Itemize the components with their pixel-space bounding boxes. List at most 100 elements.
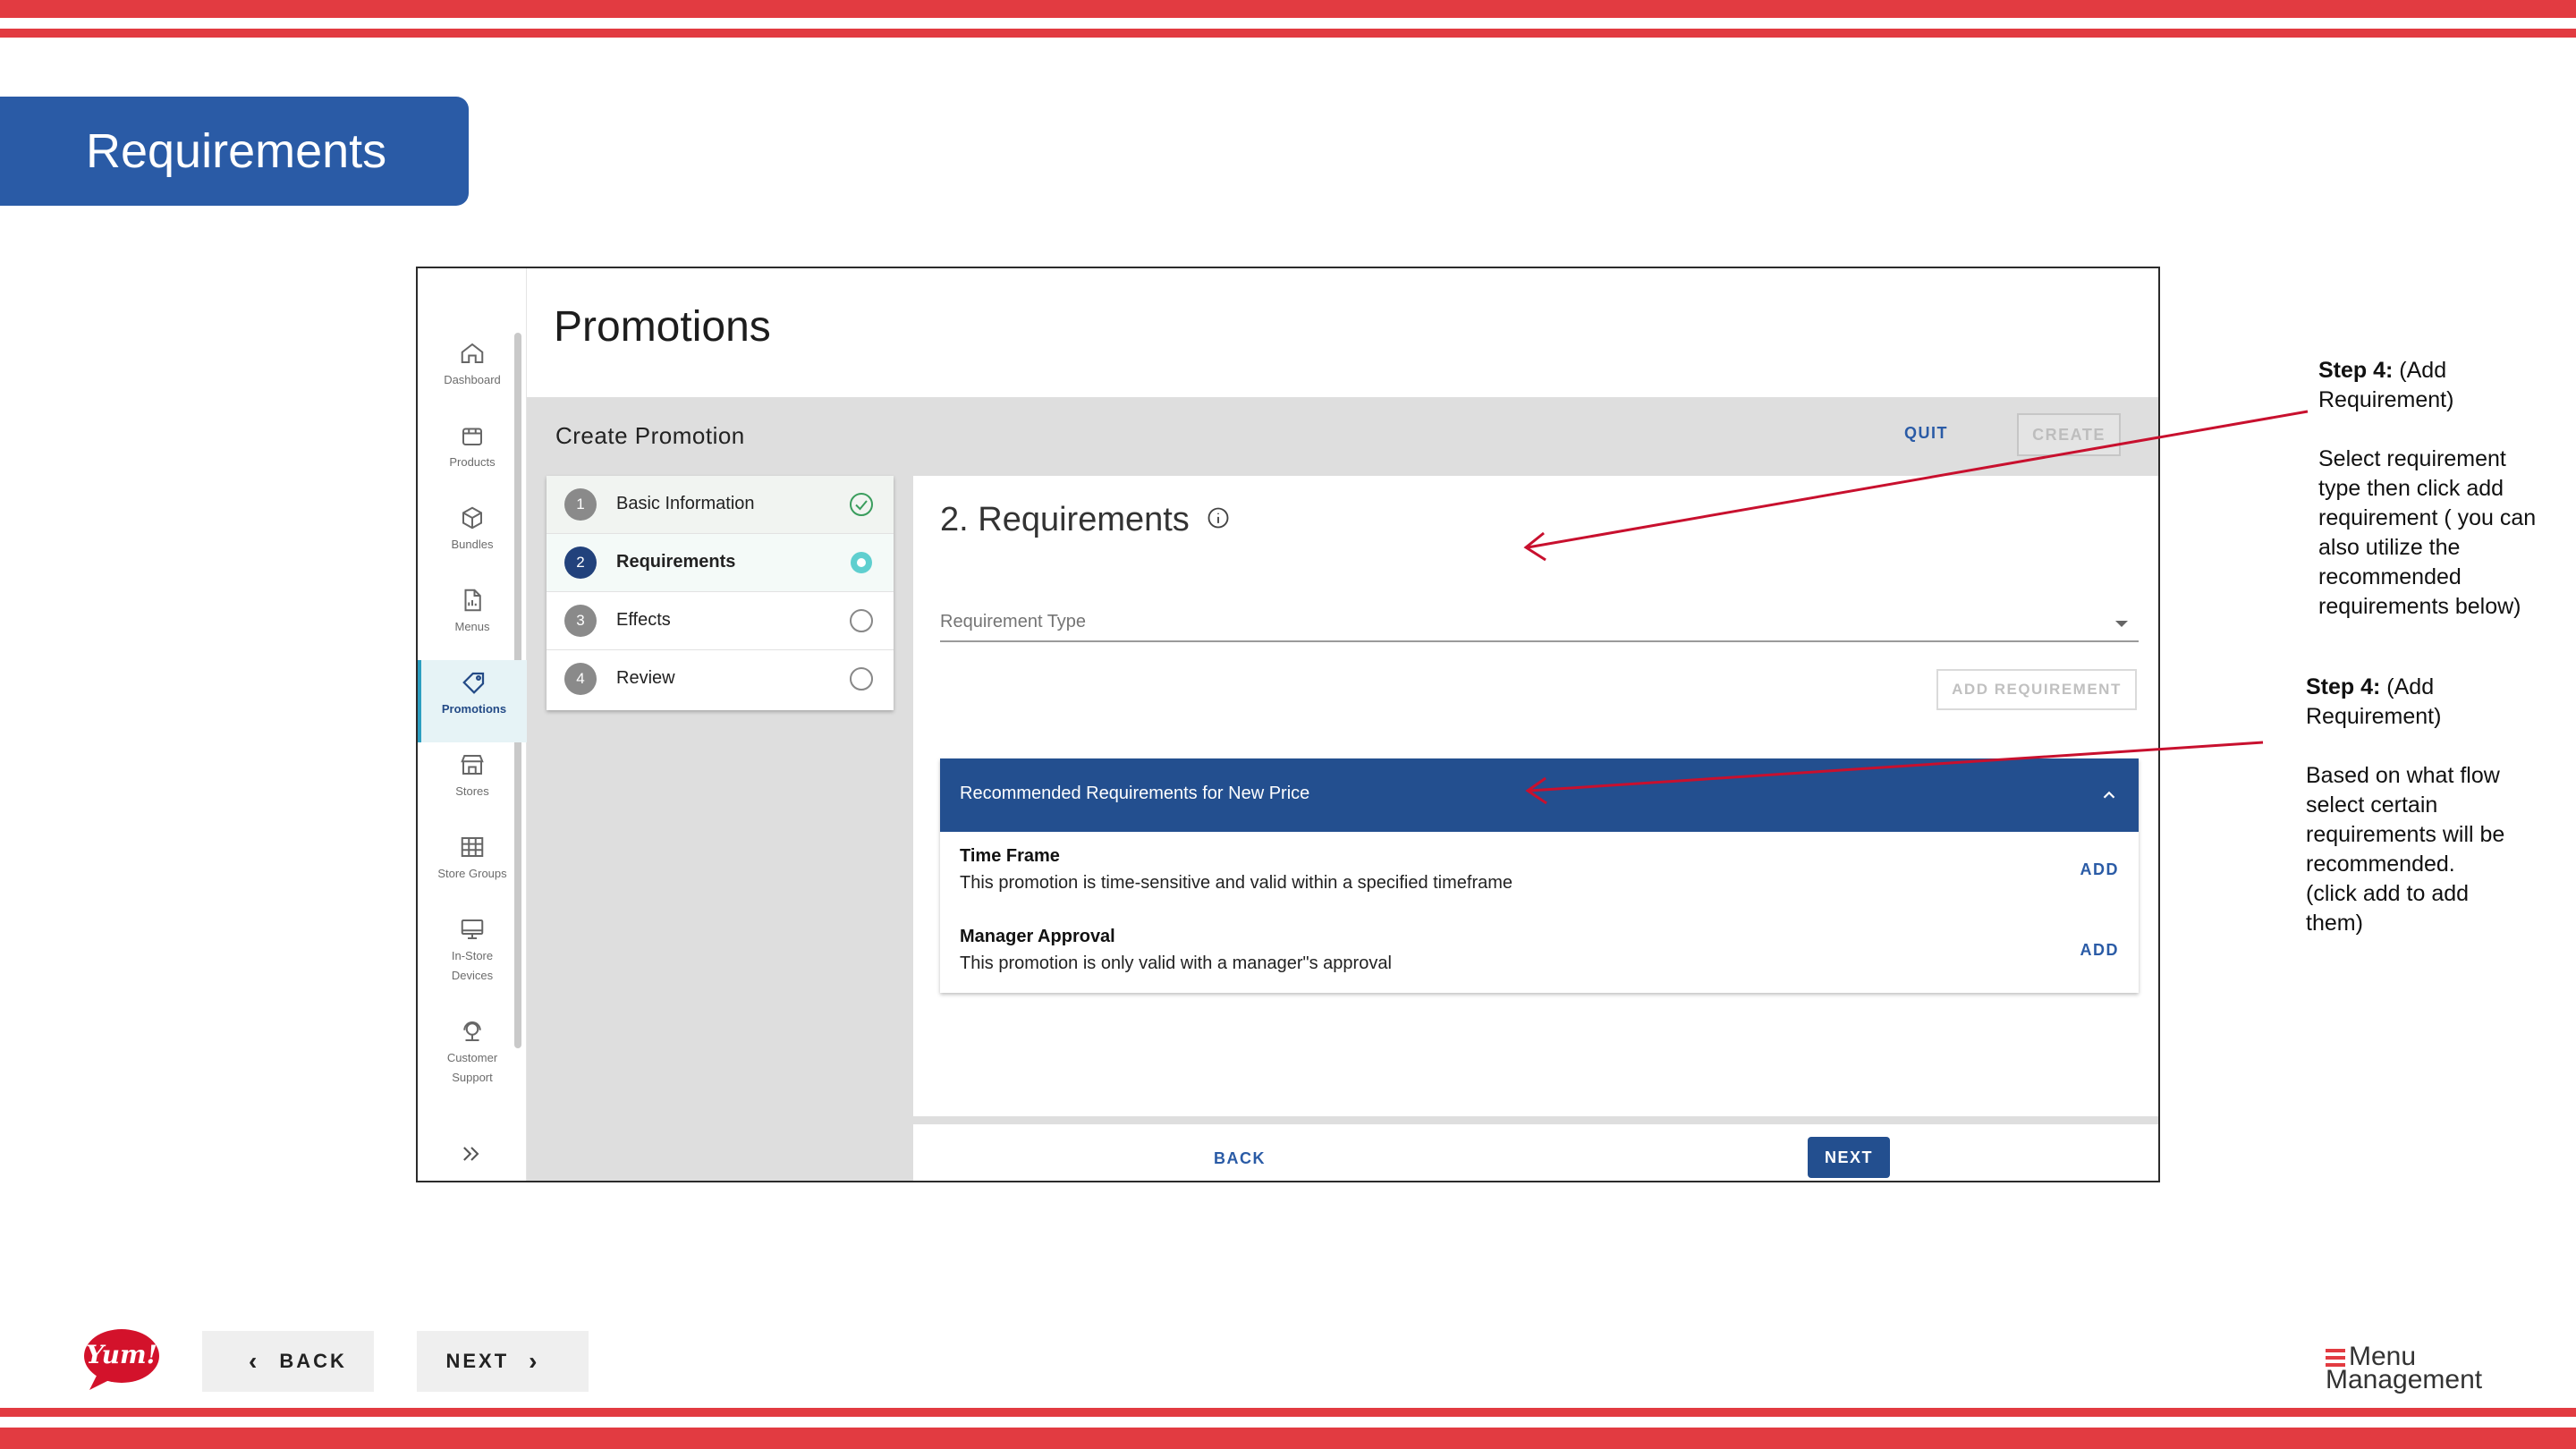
requirement-type-label: Requirement Type <box>940 612 1087 631</box>
sidebar-item-label: In-Store Devices <box>451 949 494 982</box>
step-review[interactable]: 4 Review <box>547 650 894 708</box>
chevron-right-icon: › <box>529 1347 540 1375</box>
recommended-item-name: Manager Approval <box>960 927 1115 946</box>
dropdown-caret-icon <box>2115 621 2128 627</box>
sidebar-item-label: Menus <box>454 620 490 633</box>
back-button[interactable]: BACK <box>1214 1149 1266 1168</box>
sidebar-item-label: Customer Support <box>446 1051 498 1084</box>
sidebar-item-in-store-devices[interactable]: In-Store Devices <box>418 907 527 1007</box>
sidebar-item-bundles[interactable]: Bundles <box>418 496 527 578</box>
slide-next-label: NEXT <box>445 1350 510 1372</box>
annotation-line: them) <box>2306 911 2363 936</box>
sidebar-item-products[interactable]: Products <box>418 413 527 496</box>
annotation-heading-rest: (Add <box>2380 674 2435 699</box>
section-title: Create Promotion <box>555 422 745 449</box>
add-time-frame-button[interactable]: ADD <box>2080 860 2120 879</box>
create-button[interactable]: CREATE <box>2017 413 2121 456</box>
annotation-line: Based on what flow <box>2306 763 2500 788</box>
annotation-line <box>2318 415 2576 445</box>
step-number: 1 <box>564 488 597 521</box>
menu-management-logo: Menu Management <box>2326 1342 2496 1395</box>
add-requirement-button[interactable]: ADD REQUIREMENT <box>1936 669 2137 710</box>
recommended-requirements-card: Recommended Requirements for New Price T… <box>940 758 2139 993</box>
sidebar-item-label: Products <box>449 455 496 469</box>
annotation-heading-rest: (Add <box>2393 358 2447 383</box>
wizard-footer: BACK NEXT <box>913 1122 2158 1181</box>
bottom-stripe-thin <box>0 1408 2576 1417</box>
recommended-item-time-frame: Time Frame This promotion is time-sensit… <box>940 834 2139 912</box>
step-effects[interactable]: 3 Effects <box>547 592 894 650</box>
annotation-line: requirements will be <box>2306 822 2505 847</box>
sidebar-item-store-groups[interactable]: Store Groups <box>418 825 527 907</box>
sidebar-item-menus[interactable]: Menus <box>418 578 527 660</box>
sidebar-item-label: Stores <box>455 784 489 798</box>
slide-next-button[interactable]: NEXT › <box>417 1331 589 1392</box>
panel-title: 2. Requirements <box>940 501 1231 539</box>
sidebar-item-promotions[interactable]: Promotions <box>418 660 527 742</box>
yum-logo-text: Yum! <box>86 1340 157 1369</box>
slide-back-button[interactable]: ‹ BACK <box>202 1331 374 1392</box>
yum-logo: Yum! <box>80 1326 166 1392</box>
step-number: 3 <box>564 605 597 637</box>
annotation-line: requirements below) <box>2318 594 2521 619</box>
annotation-heading: Step 4: (Add <box>2318 356 2576 386</box>
chevron-up-icon[interactable] <box>2099 785 2119 805</box>
add-manager-approval-button[interactable]: ADD <box>2080 941 2120 960</box>
annotation-recommended: Step 4: (Add Requirement) Based on what … <box>2306 673 2565 938</box>
requirement-type-select[interactable]: Requirement Type <box>940 601 2139 642</box>
page-title: Promotions <box>554 303 771 351</box>
top-stripe-thin <box>0 29 2576 38</box>
check-circle-icon <box>850 493 873 516</box>
step-label: Requirements <box>616 552 736 572</box>
step-label: Review <box>616 668 675 688</box>
home-icon <box>461 343 484 363</box>
annotation-line: recommended <box>2318 564 2462 589</box>
store-icon <box>461 755 484 775</box>
expand-sidebar-button[interactable] <box>455 1138 487 1170</box>
sidebar-item-customer-support[interactable]: Customer Support <box>418 1009 527 1109</box>
slide-back-label: BACK <box>279 1350 347 1372</box>
radio-empty-icon <box>850 667 873 691</box>
next-button[interactable]: NEXT <box>1808 1137 1890 1178</box>
radio-selected-icon <box>851 552 872 573</box>
recommended-header-title: Recommended Requirements for New Price <box>960 784 1310 803</box>
yum-logo-mark: Yum! <box>84 1329 159 1390</box>
radio-empty-icon <box>850 609 873 632</box>
annotation-line: recommended. <box>2306 852 2455 877</box>
sidebar-item-label: Store Groups <box>437 867 507 880</box>
annotation-line: (click add to add <box>2306 881 2470 906</box>
sidebar: Dashboard Products Bundles Menus Promoti… <box>418 268 527 1181</box>
requirements-panel: 2. Requirements Requirement Type ADD REQ… <box>913 476 2158 1116</box>
step-number: 2 <box>564 547 597 579</box>
quit-button[interactable]: QUIT <box>1904 424 1948 443</box>
annotation-line: Requirement) <box>2318 387 2454 412</box>
recommended-header[interactable]: Recommended Requirements for New Price <box>940 758 2139 832</box>
step-requirements[interactable]: 2 Requirements <box>547 534 894 592</box>
create-promotion-area: Create Promotion QUIT CREATE 1 Basic Inf… <box>527 397 2158 1181</box>
annotation-line: type then click add <box>2318 476 2504 501</box>
annotation-line: select certain <box>2306 792 2438 818</box>
document-icon <box>464 589 481 612</box>
bottom-stripe-thick <box>0 1428 2576 1449</box>
chevron-left-icon: ‹ <box>249 1347 260 1375</box>
sidebar-item-dashboard[interactable]: Dashboard <box>418 331 527 413</box>
step-number: 4 <box>564 663 597 695</box>
tag-icon <box>462 672 485 694</box>
monitor-icon <box>461 919 484 939</box>
slide-title-banner: Requirements <box>0 97 469 206</box>
step-basic-information[interactable]: 1 Basic Information <box>547 476 894 534</box>
cube-icon <box>462 506 482 530</box>
main-content: Promotions Create Promotion QUIT CREATE … <box>527 268 2158 1181</box>
sidebar-item-stores[interactable]: Stores <box>418 742 527 825</box>
annotation-step: Step 4: <box>2306 674 2381 699</box>
panel-title-text: 2. Requirements <box>940 501 1190 538</box>
info-icon[interactable] <box>1206 505 1231 530</box>
step-label: Effects <box>616 610 671 630</box>
headset-icon <box>463 1021 481 1041</box>
annotation-line: Select requirement <box>2318 446 2506 471</box>
step-label: Basic Information <box>616 494 755 513</box>
stepper: 1 Basic Information 2 Requirements 3 Eff… <box>547 476 894 710</box>
sidebar-item-label: Promotions <box>441 702 507 716</box>
sidebar-item-label: Dashboard <box>444 373 501 386</box>
top-stripe-thick <box>0 0 2576 18</box>
